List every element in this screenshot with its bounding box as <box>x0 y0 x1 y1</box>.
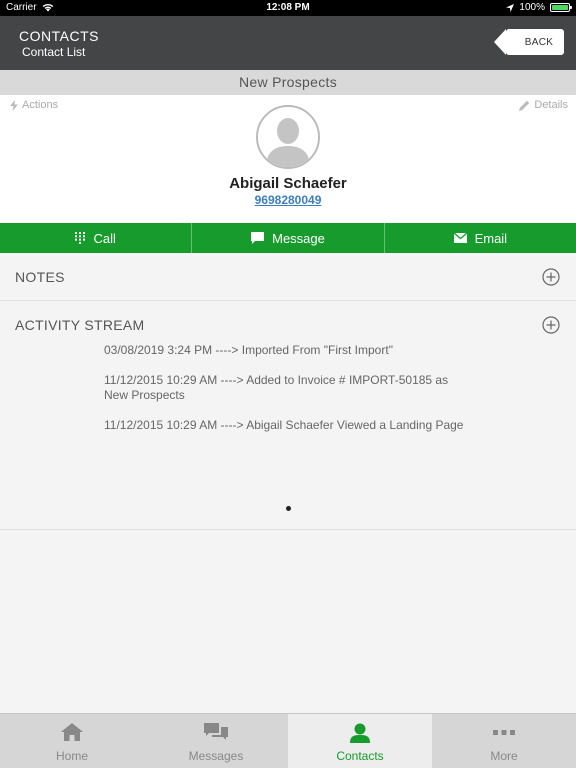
message-label: Message <box>272 230 325 246</box>
keypad-icon <box>75 232 86 244</box>
activity-stream-section: ACTIVITY STREAM 03/08/2019 3:24 PM ---->… <box>0 301 576 530</box>
lightning-icon <box>10 99 18 111</box>
add-note-icon[interactable] <box>542 268 560 286</box>
location-icon <box>506 3 515 12</box>
contact-profile: Actions Details Abigail Schaefer 9698280… <box>0 95 576 223</box>
activity-stream-title: ACTIVITY STREAM <box>15 317 145 333</box>
chat-bubble-icon <box>251 232 265 244</box>
details-label: Details <box>534 99 568 111</box>
tab-home-label: Home <box>55 749 88 763</box>
activity-list: 03/08/2019 3:24 PM ----> Imported From "… <box>104 343 464 448</box>
group-title: New Prospects <box>0 70 576 95</box>
person-silhouette-icon <box>258 107 318 167</box>
tab-more[interactable]: More <box>432 714 576 768</box>
pencil-icon <box>519 100 530 111</box>
activity-item: 03/08/2019 3:24 PM ----> Imported From "… <box>104 343 393 357</box>
activity-item: 11/12/2015 10:29 AM ----> Added to Invoi… <box>104 373 449 402</box>
battery-percent: 100% <box>519 2 545 13</box>
call-button[interactable]: Call <box>0 223 193 253</box>
nav-bar: CONTACTS Contact List BACK <box>0 16 576 70</box>
envelope-icon <box>453 233 467 243</box>
details-button[interactable]: Details <box>519 99 568 111</box>
tab-contacts[interactable]: Contacts <box>288 714 432 768</box>
email-button[interactable]: Email <box>385 223 576 253</box>
page-subtitle: Contact List <box>22 45 86 59</box>
activity-item: 11/12/2015 10:29 AM ----> Abigail Schaef… <box>104 418 464 432</box>
tab-bar: Home Messages Contacts More <box>0 713 576 768</box>
back-button[interactable]: BACK <box>494 29 564 55</box>
tab-messages-label: Messages <box>188 749 244 763</box>
status-time: 12:08 PM <box>266 2 310 13</box>
contact-name: Abigail Schaefer <box>229 175 347 192</box>
tab-more-label: More <box>490 749 518 763</box>
more-icon <box>493 730 515 735</box>
tab-home[interactable]: Home <box>0 714 144 768</box>
message-button[interactable]: Message <box>192 223 385 253</box>
home-icon <box>61 723 83 741</box>
actions-button[interactable]: Actions <box>10 99 58 111</box>
notes-title: NOTES <box>15 269 65 285</box>
status-bar: Carrier 12:08 PM 100% <box>0 0 576 16</box>
page-title: CONTACTS <box>19 28 99 44</box>
contacts-icon <box>350 723 370 743</box>
avatar <box>256 105 320 169</box>
page-indicator-dot <box>286 506 291 511</box>
tab-messages[interactable]: Messages <box>144 714 288 768</box>
add-activity-icon[interactable] <box>542 316 560 334</box>
email-label: Email <box>474 230 508 246</box>
contact-phone-link[interactable]: 9698280049 <box>0 193 576 207</box>
messages-icon <box>204 723 228 740</box>
contact-action-bar: Call Message Email <box>0 223 576 253</box>
actions-label: Actions <box>22 99 59 111</box>
tab-contacts-label: Contacts <box>336 749 384 763</box>
call-label: Call <box>93 230 116 246</box>
notes-section: NOTES <box>0 253 576 301</box>
battery-icon <box>550 3 572 12</box>
